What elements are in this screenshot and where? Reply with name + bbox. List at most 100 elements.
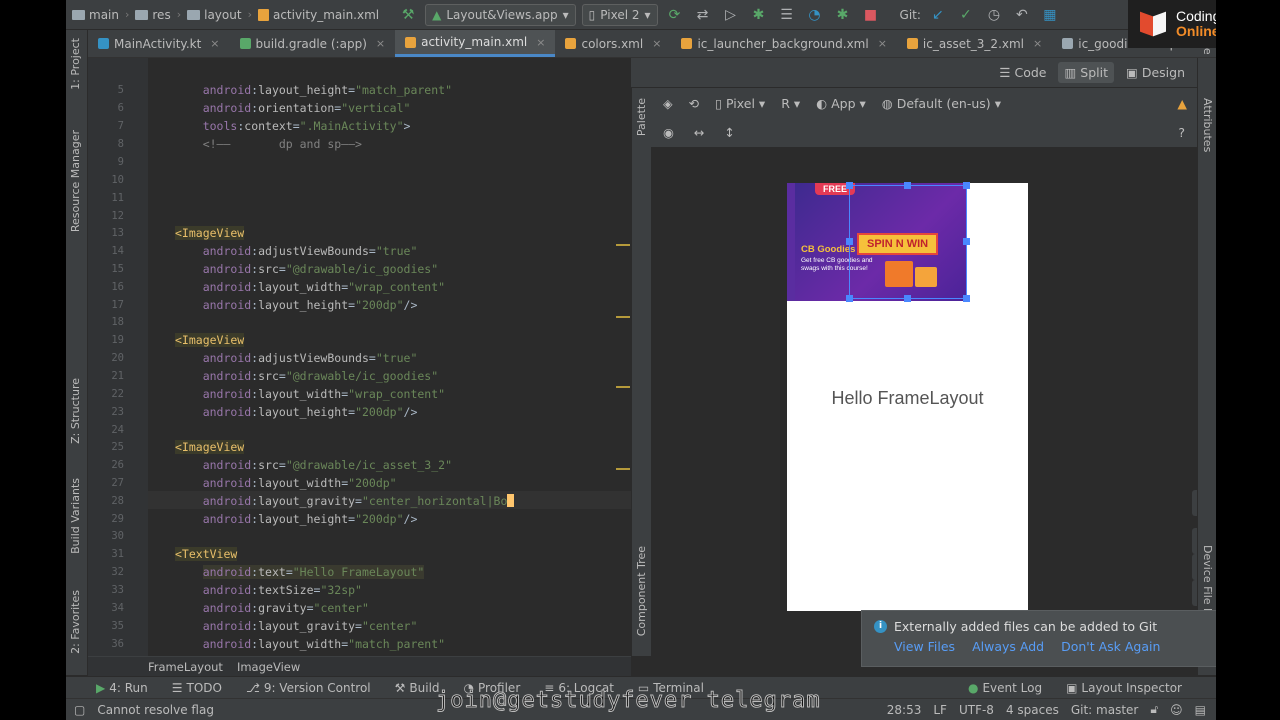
close-icon[interactable]: × [652, 37, 661, 50]
main-toolbar: main › res › layout › activity_main.xml … [66, 0, 1216, 30]
resize-handle[interactable] [904, 295, 911, 302]
help-icon[interactable]: ? [1174, 125, 1189, 140]
status-toggle-icon[interactable]: ▢ [66, 703, 91, 717]
view-files-link[interactable]: View Files [894, 639, 955, 654]
tool-build-variants[interactable]: Build Variants [69, 478, 82, 554]
orientation-icon[interactable]: ⟲ [685, 96, 703, 111]
stop-icon[interactable]: ■ [860, 4, 882, 26]
textview-hello[interactable]: Hello FrameLayout [787, 388, 1028, 409]
caret-position[interactable]: 28:53 [881, 703, 928, 717]
warning-mark[interactable] [616, 386, 630, 388]
git-history-icon[interactable]: ◷ [983, 4, 1005, 26]
component-tree-tab[interactable]: Component Tree [635, 546, 648, 636]
close-icon[interactable]: × [1033, 37, 1042, 50]
version-control-tool[interactable]: ⎇ 9: Version Control [234, 681, 383, 695]
hammer-icon[interactable]: ⚒ [397, 4, 419, 26]
lock-icon[interactable]: 🔓︎ [1144, 702, 1164, 717]
resize-handle[interactable] [846, 182, 853, 189]
tool-favorites[interactable]: 2: Favorites [69, 590, 82, 654]
apply-code-icon[interactable]: ⇄ [692, 4, 714, 26]
breadcrumb-main[interactable]: main [72, 8, 119, 22]
tab-0[interactable]: MainActivity.kt × [88, 30, 230, 57]
warning-icon[interactable]: ▲ [1173, 96, 1191, 111]
device-select[interactable]: ▯ Pixel 2 ▾ [581, 3, 658, 26]
git-branch[interactable]: Git: master [1065, 703, 1145, 717]
always-add-link[interactable]: Always Add [972, 639, 1044, 654]
resize-handle[interactable] [963, 182, 970, 189]
memory-icon[interactable]: ▤ [1189, 703, 1216, 717]
run-tool[interactable]: ▶ 4: Run [66, 681, 160, 695]
tab-4[interactable]: ic_launcher_background.xml × [671, 30, 896, 57]
breadcrumb-file[interactable]: activity_main.xml [257, 8, 379, 22]
dont-ask-again-link[interactable]: Don't Ask Again [1061, 639, 1160, 654]
design-view-button[interactable]: ▣ Design [1120, 62, 1191, 83]
tab-5[interactable]: ic_asset_3_2.xml × [897, 30, 1052, 57]
locale-select[interactable]: ◍ Default (en-us) ▾ [878, 96, 1005, 111]
left-tool-strip: 1: Project Resource Manager Z: Structure… [66, 30, 88, 675]
coverage-icon[interactable]: ☰ [776, 4, 798, 26]
warning-mark[interactable] [616, 316, 630, 318]
resize-handle[interactable] [963, 295, 970, 302]
tab-3[interactable]: colors.xml × [555, 30, 671, 57]
xml-crumb-framelayout[interactable]: FrameLayout [148, 660, 223, 674]
tool-resource-manager[interactable]: Resource Manager [69, 130, 82, 232]
apply-changes-icon[interactable]: ⟳ [664, 4, 686, 26]
resize-horizontal-icon[interactable]: ↔ [690, 125, 708, 140]
code-editor[interactable]: 5 6 7 8 9 10 11 12 13 14 15 16 17 18 19 20 21 22 23 24 25 26 2… [88, 58, 631, 656]
eye-icon[interactable]: ◉ [659, 125, 678, 140]
attach-debugger-icon[interactable]: ✱ [832, 4, 854, 26]
line-number: 25 [111, 441, 124, 453]
indent-setting[interactable]: 4 spaces [1000, 703, 1065, 717]
editor-scrollbar[interactable] [616, 58, 631, 656]
tab-label: ic_launcher_background.xml [697, 36, 869, 51]
run-icon[interactable]: ▷ [720, 4, 742, 26]
git-update-icon[interactable]: ↙ [927, 4, 949, 26]
resize-handle[interactable] [846, 295, 853, 302]
resize-handle[interactable] [904, 182, 911, 189]
palette-tab[interactable]: Palette [635, 98, 648, 136]
profile-icon[interactable]: ◔ [804, 4, 826, 26]
close-icon[interactable]: × [878, 37, 887, 50]
resize-vertical-icon[interactable]: ↕ [720, 125, 738, 140]
tool-structure[interactable]: Z: Structure [69, 378, 82, 444]
project-structure-icon[interactable]: ▦ [1039, 4, 1061, 26]
todo-tool[interactable]: ☰ TODO [160, 681, 234, 695]
notification-message: Externally added files can be added to G… [894, 619, 1158, 634]
close-icon[interactable]: × [376, 37, 385, 50]
layers-icon[interactable]: ◈ [659, 96, 677, 111]
breadcrumb-layout[interactable]: layout [187, 8, 242, 22]
resize-handle[interactable] [846, 238, 853, 245]
line-number: 34 [111, 602, 124, 614]
close-icon[interactable]: × [210, 37, 219, 50]
line-number: 19 [111, 334, 124, 346]
warning-mark[interactable] [616, 244, 630, 246]
hector-icon[interactable]: ☺ [1164, 703, 1189, 717]
debug-icon[interactable]: ✱ [748, 4, 770, 26]
tool-attributes[interactable]: Attributes [1201, 98, 1214, 152]
design-canvas[interactable]: FREE CB Goodies Get free CB goodies and … [651, 148, 1216, 668]
file-encoding[interactable]: UTF-8 [953, 703, 1000, 717]
breadcrumb-res[interactable]: res [135, 8, 171, 22]
device-preview[interactable]: FREE CB Goodies Get free CB goodies and … [787, 182, 1028, 611]
theme-select[interactable]: ◐ App ▾ [812, 96, 870, 111]
tab-1[interactable]: build.gradle (:app) × [230, 30, 396, 57]
hammer-icon: ⚒ [394, 680, 406, 695]
git-rollback-icon[interactable]: ↶ [1011, 4, 1033, 26]
logo-line2: Online [1176, 23, 1216, 39]
resize-handle[interactable] [963, 238, 970, 245]
split-view-button[interactable]: ▥ Split [1058, 62, 1115, 83]
code-view-button[interactable]: ☰ Code [993, 62, 1052, 83]
tab-2[interactable]: activity_main.xml × [395, 30, 556, 57]
event-log-tool[interactable]: ● Event Log [956, 681, 1054, 695]
run-config-select[interactable]: ▲ Layout&Views.app ▾ [425, 3, 576, 26]
line-number: 28 [111, 495, 124, 507]
tool-project[interactable]: 1: Project [69, 38, 82, 90]
warning-mark[interactable] [616, 468, 630, 470]
close-icon[interactable]: × [536, 36, 545, 49]
xml-crumb-imageview[interactable]: ImageView [237, 660, 300, 674]
layout-inspector-tool[interactable]: ▣ Layout Inspector [1054, 681, 1216, 695]
git-commit-icon[interactable]: ✓ [955, 4, 977, 26]
device-select[interactable]: ▯ Pixel ▾ [711, 96, 769, 111]
line-separator[interactable]: LF [927, 703, 953, 717]
api-select[interactable]: R ▾ [777, 96, 804, 111]
